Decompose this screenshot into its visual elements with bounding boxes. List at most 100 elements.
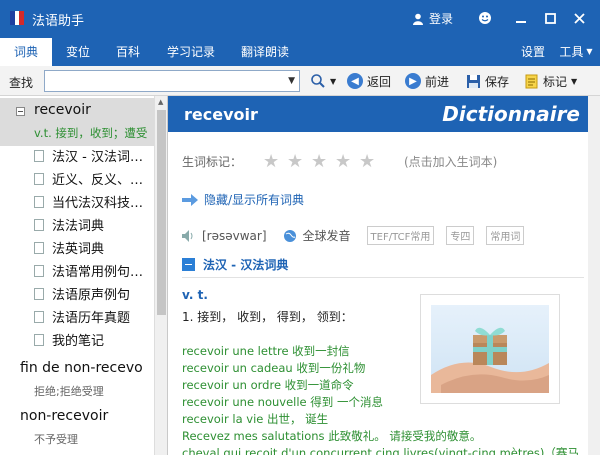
collapse-section-icon[interactable]	[182, 258, 195, 271]
document-icon	[34, 241, 44, 254]
tag-tef-tcf: TEF/TCF常用	[366, 226, 435, 245]
dict-item-fr-en[interactable]: 法英词典	[34, 236, 154, 259]
login-button[interactable]: 登录	[412, 10, 453, 27]
dict-item-science-tech[interactable]: 当代法汉科技…	[34, 190, 154, 213]
document-icon	[34, 310, 44, 323]
user-icon	[413, 13, 423, 25]
dict-item-fr-fr[interactable]: 法法词典	[34, 213, 154, 236]
list-item-word: fin de non-recevo	[20, 360, 143, 376]
toolbar: 查找 ▼ ▼ ◀ 返回 ▶ 前进 保存 标记 ▼	[0, 66, 600, 96]
headword: recevoir	[184, 105, 258, 124]
maximize-icon[interactable]	[541, 9, 559, 27]
arrow-right-icon	[182, 193, 198, 206]
document-icon	[34, 264, 44, 277]
find-label: 查找	[9, 76, 34, 90]
list-item-recevoir[interactable]: recevoir v.t. 接到，收到；遭受	[0, 98, 154, 146]
scrollbar-thumb[interactable]	[157, 110, 166, 315]
save-button[interactable]: 保存	[466, 71, 509, 91]
vocab-mark-label: 生词标记：	[182, 155, 243, 169]
forward-arrow-icon: ▶	[405, 73, 421, 89]
definition-scrollbar[interactable]	[588, 96, 600, 455]
search-input[interactable]	[45, 71, 275, 91]
dict-item-label: 法英词典	[52, 242, 105, 257]
dict-item-synonyms[interactable]: 近义、反义、…	[34, 167, 154, 190]
speaker-icon[interactable]	[182, 229, 196, 242]
close-icon[interactable]	[570, 9, 588, 27]
scroll-up-icon[interactable]: ▲	[158, 98, 163, 106]
search-button[interactable]: ▼	[310, 71, 336, 91]
dict-item-common-examples[interactable]: 法语常用例句…	[34, 259, 154, 282]
word-list-scrollbar[interactable]: ▲	[154, 96, 167, 455]
tools-menu[interactable]: 工具 ▼	[552, 38, 600, 66]
star-icon[interactable]: ★	[335, 151, 351, 172]
star-icon[interactable]: ★	[359, 151, 375, 172]
forward-button[interactable]: ▶ 前进	[405, 71, 449, 91]
example-sentence: recevoir la vie 出世， 诞生	[182, 412, 329, 426]
dictionnaire-logo: Dictionnaire	[442, 102, 580, 126]
tab-dictionary[interactable]: 词典	[0, 38, 52, 66]
mark-label: 标记	[543, 74, 568, 89]
tab-conjugation[interactable]: 变位	[58, 38, 98, 66]
tab-translate-read[interactable]: 翻译朗读	[234, 38, 296, 66]
star-icon[interactable]: ★	[263, 151, 279, 172]
search-icon	[311, 74, 325, 88]
example-sentence: recevoir une lettre 收到一封信	[182, 344, 350, 358]
part-of-speech: v. t.	[182, 288, 208, 302]
app-logo-icon	[10, 11, 25, 25]
tab-encyclopedia[interactable]: 百科	[108, 38, 148, 66]
document-icon	[34, 149, 44, 162]
example-sentence: cheval qui reçoit d'un concurrent cinq l…	[182, 446, 579, 455]
example-sentence: recevoir une nouvelle 得到 一个消息	[182, 395, 383, 409]
login-label: 登录	[429, 12, 454, 26]
dropdown-arrow-icon[interactable]: ▼	[288, 76, 295, 86]
tag-tem4: 专四	[446, 226, 475, 245]
list-item-gloss: 不予受理	[34, 433, 78, 446]
dict-item-label: 当代法汉科技…	[52, 196, 144, 211]
section-fr-zh-dict[interactable]: 法汉 - 汉法词典	[182, 256, 288, 273]
document-icon	[34, 333, 44, 346]
search-combobox[interactable]: ▼	[44, 70, 300, 92]
example-sentence: recevoir un ordre 收到一道命令	[182, 378, 354, 392]
sense-1: 1. 接到， 收到， 得到， 领到：	[182, 310, 353, 324]
back-arrow-icon: ◀	[347, 73, 363, 89]
dict-item-my-notes[interactable]: 我的笔记	[34, 328, 154, 351]
gift-photo	[431, 305, 549, 393]
tab-study-record[interactable]: 学习记录	[160, 38, 222, 66]
save-icon	[467, 74, 480, 88]
document-icon	[34, 218, 44, 231]
mark-button[interactable]: 标记 ▼	[524, 71, 577, 91]
globe-icon[interactable]	[283, 229, 297, 243]
star-icon[interactable]: ★	[311, 151, 327, 172]
section-title: 法汉 - 汉法词典	[203, 258, 289, 272]
gift-image	[420, 294, 560, 404]
app-title: 法语助手	[32, 14, 85, 29]
star-icon[interactable]: ★	[287, 151, 303, 172]
list-item-non-recevoir[interactable]: non-recevoir 不予受理	[0, 404, 154, 450]
back-label: 返回	[367, 74, 392, 89]
toggle-all-dicts[interactable]: 隐藏/显示所有词典	[182, 191, 304, 208]
dict-item-audio-examples[interactable]: 法语原声例句	[34, 282, 154, 305]
minimize-icon[interactable]	[512, 9, 530, 27]
tools-label: 工具	[559, 45, 584, 59]
global-audio-label[interactable]: 全球发音	[303, 227, 351, 244]
skin-icon[interactable]	[476, 9, 494, 27]
chevron-down-icon: ▼	[586, 47, 593, 56]
vocab-mark-hint[interactable]: (点击加入生词本)	[404, 153, 497, 170]
list-item-gloss: v.t. 接到，收到；遭受	[34, 126, 148, 140]
pronunciation-row: [rəsəvwar] 全球发音 TEF/TCF常用 专四 常用词	[182, 226, 525, 245]
definition-header: recevoir Dictionnaire	[168, 96, 588, 132]
list-item-fin-de-non-recevoir[interactable]: fin de non-recevo 拒绝;拒绝受理	[0, 356, 154, 402]
collapse-icon[interactable]	[16, 107, 25, 116]
dict-item-label: 法语原声例句	[52, 288, 131, 303]
back-button[interactable]: ◀ 返回	[347, 71, 391, 91]
list-item-word: non-recevoir	[20, 408, 109, 424]
dict-item-past-exams[interactable]: 法语历年真题	[34, 305, 154, 328]
toggle-all-label: 隐藏/显示所有词典	[204, 193, 305, 207]
document-icon	[34, 172, 44, 185]
forward-label: 前进	[425, 74, 450, 89]
chevron-down-icon: ▼	[571, 76, 578, 86]
tab-settings[interactable]: 设置	[516, 38, 550, 66]
tag-common-word: 常用词	[486, 226, 525, 245]
dict-item-fr-zh[interactable]: 法汉 - 汉法词…	[34, 144, 154, 167]
dict-item-label: 法法词典	[52, 219, 105, 234]
